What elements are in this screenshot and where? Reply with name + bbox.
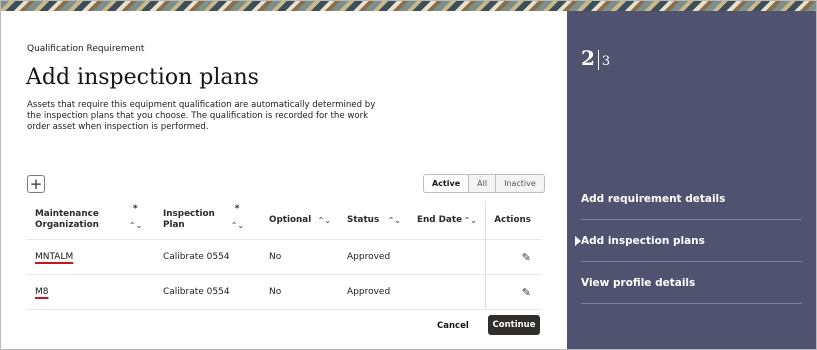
cell-plan: Calibrate 0554 <box>155 274 261 310</box>
sidebar-item-add-inspection-plans[interactable]: Add inspection plans <box>575 220 802 262</box>
table-row: M8 Calibrate 0554 No Approved ✎ <box>27 274 541 310</box>
current-step-marker-icon <box>575 236 581 246</box>
sort-icon: ⌃⌄ <box>317 215 331 225</box>
progress-sidebar: 23 Add requirement details Add inspectio… <box>567 11 816 349</box>
status-filter: Active All Inactive <box>423 174 545 193</box>
step-divider <box>597 49 599 70</box>
cell-plan: Calibrate 0554 <box>155 239 261 275</box>
org-link[interactable]: MNTALM <box>35 252 73 262</box>
cell-org[interactable]: M8 <box>27 274 155 310</box>
header-actions: Actions <box>485 201 541 240</box>
header-maintenance-organization[interactable]: Maintenance Organization * ⌃⌄ <box>27 201 155 240</box>
cell-status: Approved <box>339 274 409 310</box>
cell-status: Approved <box>339 239 409 275</box>
sidebar-item-label: View profile details <box>581 276 696 289</box>
sidebar-item-add-requirement-details[interactable]: Add requirement details <box>581 178 802 220</box>
edit-pencil-icon[interactable]: ✎ <box>522 286 531 299</box>
filter-active-button[interactable]: Active <box>424 175 469 192</box>
edit-pencil-icon[interactable]: ✎ <box>522 251 531 264</box>
cell-optional: No <box>261 274 339 310</box>
sort-icon: ⌃⌄ <box>128 220 143 230</box>
table-row: MNTALM Calibrate 0554 No Approved ✎ <box>27 239 541 275</box>
page-description: Assets that require this equipment quali… <box>27 100 376 132</box>
sort-icon: ⌃⌄ <box>463 215 477 225</box>
step-total: 3 <box>601 54 611 69</box>
plus-icon: + <box>29 174 43 193</box>
cell-actions: ✎ <box>485 239 541 275</box>
inspection-plans-table: Maintenance Organization * ⌃⌄ Inspection … <box>27 201 541 310</box>
org-link[interactable]: M8 <box>35 287 49 297</box>
header-end-date[interactable]: End Date ⌃⌄ <box>409 201 486 240</box>
required-mark: * <box>132 203 138 214</box>
table-header-row: Maintenance Organization * ⌃⌄ Inspection … <box>27 201 541 240</box>
header-inspection-plan[interactable]: Inspection Plan * ⌃⌄ <box>155 201 261 240</box>
sort-icon: ⌃⌄ <box>387 215 401 225</box>
required-mark: * <box>234 203 240 214</box>
cell-end-date <box>409 239 486 275</box>
header-status[interactable]: Status ⌃⌄ <box>339 201 409 240</box>
sort-icon: ⌃⌄ <box>230 220 245 230</box>
add-button[interactable]: + <box>27 175 45 193</box>
header-optional[interactable]: Optional ⌃⌄ <box>261 201 339 240</box>
decorative-banner <box>1 1 816 11</box>
continue-button[interactable]: Continue <box>488 315 540 335</box>
page-eyebrow: Qualification Requirement <box>27 44 145 54</box>
sidebar-item-label: Add requirement details <box>581 192 726 205</box>
page-title: Add inspection plans <box>26 65 259 90</box>
cell-org[interactable]: MNTALM <box>27 239 155 275</box>
app-frame: Qualification Requirement Add inspection… <box>0 0 817 350</box>
step-indicator: 23 <box>581 46 610 70</box>
cancel-button[interactable]: Cancel <box>437 321 469 331</box>
main-panel: Qualification Requirement Add inspection… <box>1 11 567 349</box>
step-current: 2 <box>581 46 595 70</box>
sidebar-item-label: Add inspection plans <box>581 234 705 247</box>
sidebar-item-view-profile-details[interactable]: View profile details <box>581 262 802 304</box>
cell-end-date <box>409 274 486 310</box>
filter-all-button[interactable]: All <box>468 175 496 192</box>
filter-inactive-button[interactable]: Inactive <box>495 175 544 192</box>
cell-actions: ✎ <box>485 274 541 310</box>
cell-optional: No <box>261 239 339 275</box>
